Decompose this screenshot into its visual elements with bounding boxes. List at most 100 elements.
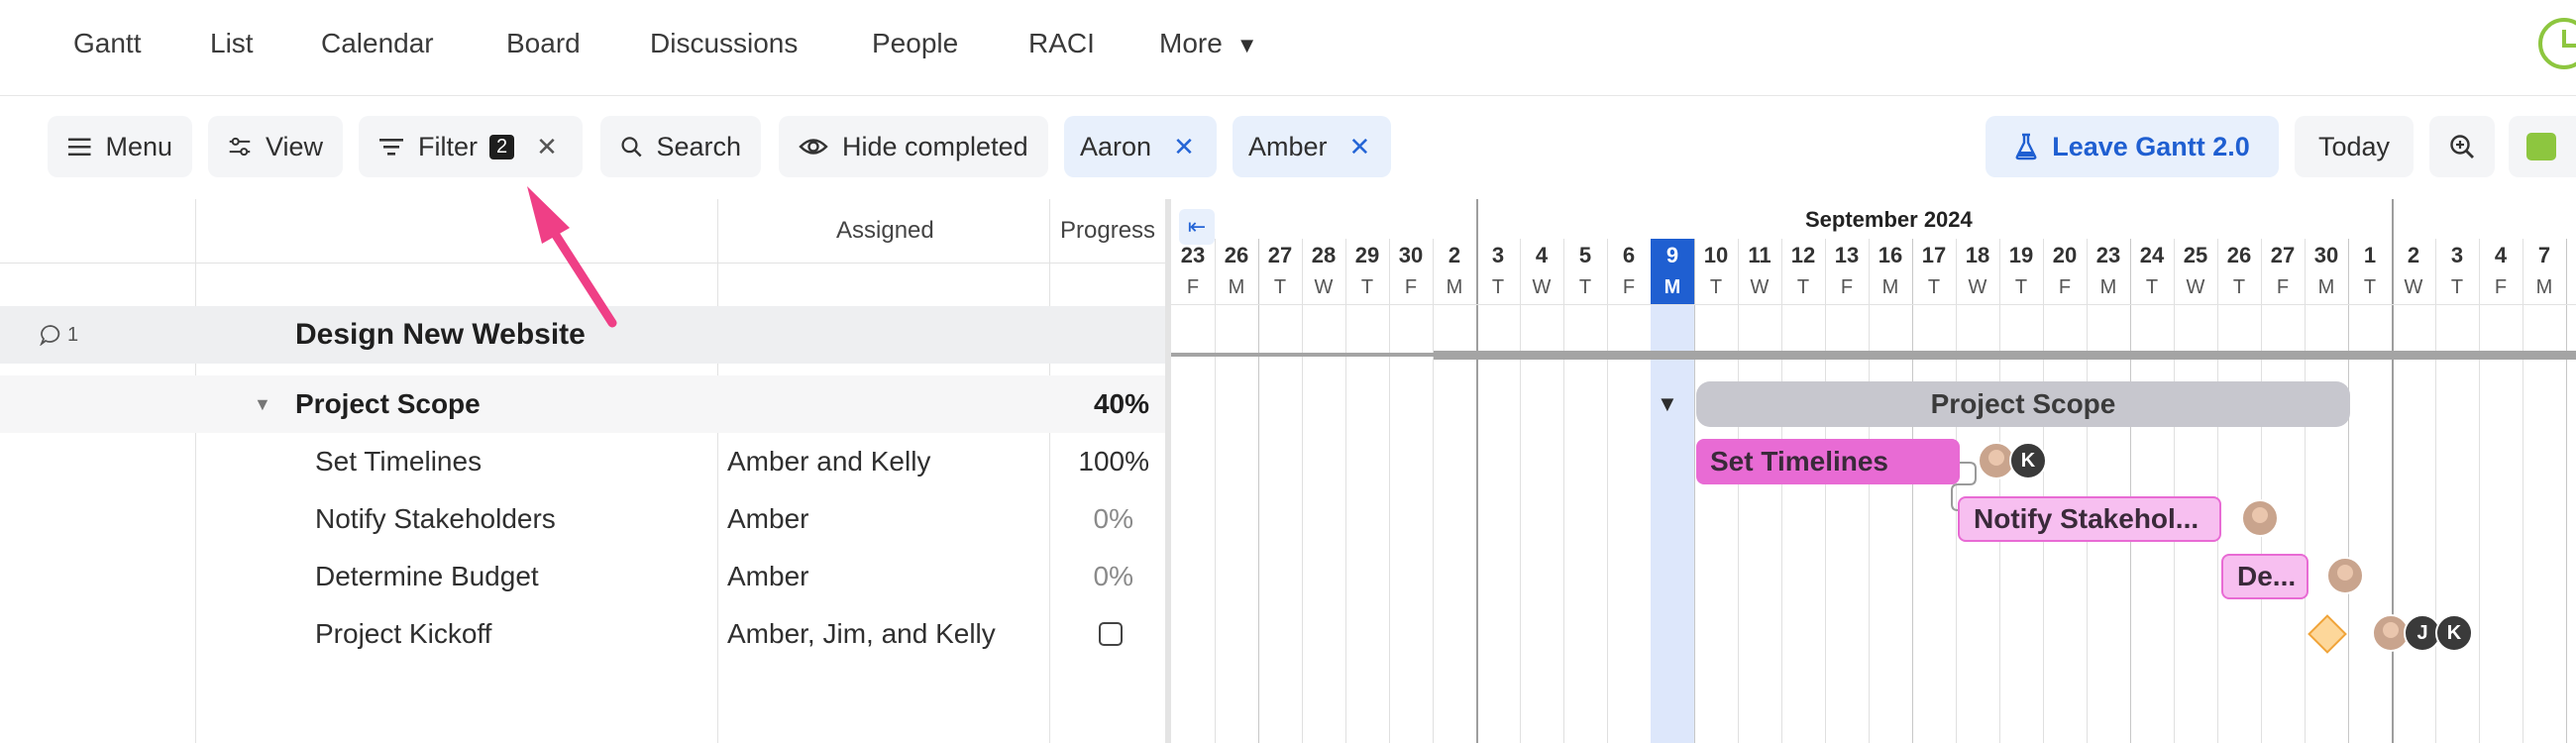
day-letter: F [1404, 276, 1418, 298]
hamburger-icon [67, 138, 91, 157]
leave-gantt-button[interactable]: Leave Gantt 2.0 [1986, 116, 2279, 177]
day-letter: F [1186, 276, 1200, 298]
group-name[interactable]: Project Scope [295, 375, 481, 433]
group-progress: 40% [1093, 388, 1149, 419]
task-assigned[interactable]: Amber [727, 548, 808, 605]
tab-gantt[interactable]: Gantt [73, 28, 141, 59]
tab-discussions[interactable]: Discussions [650, 28, 798, 59]
color-swatch-button[interactable] [2509, 116, 2576, 177]
eye-icon [799, 139, 828, 155]
tab-raci[interactable]: RACI [1028, 28, 1095, 59]
task-row[interactable]: Set Timelines Amber and Kelly 100% [0, 433, 1169, 490]
tab-people[interactable]: People [872, 28, 958, 59]
avatar[interactable] [2241, 499, 2279, 537]
avatar-k[interactable]: K [2435, 614, 2473, 652]
timeline-header-divider [1171, 304, 2576, 305]
day-number: 13 [1834, 243, 1860, 267]
day-number: 27 [2270, 243, 2296, 267]
day-number: 9 [1665, 243, 1679, 267]
day-number: 3 [1491, 243, 1505, 267]
menu-label: Menu [105, 131, 172, 161]
group-toggle[interactable]: ▼ [254, 375, 291, 433]
task-name[interactable]: Notify Stakeholders [315, 490, 556, 548]
task-row[interactable]: Determine Budget Amber 0% [0, 548, 1169, 605]
day-letter: M [2317, 276, 2335, 298]
collapse-grid-icon[interactable]: ⇤ [1179, 209, 1215, 245]
day-gridline [1302, 239, 1303, 743]
day-number: 6 [1622, 243, 1636, 267]
task-bar-notify-stakeholders[interactable]: Notify Stakehol... [1958, 496, 2221, 542]
caret-down-icon: ▼ [1235, 33, 1258, 57]
day-letter: T [1796, 276, 1810, 298]
comment-count[interactable]: 1 [40, 306, 78, 364]
day-gridline [1433, 239, 1434, 743]
task-bar-determine-budget[interactable]: De... [2221, 554, 2308, 599]
task-assigned[interactable]: Amber, Jim, and Kelly [727, 605, 996, 663]
project-name[interactable]: Design New Website [295, 306, 586, 364]
today-column [1651, 239, 1694, 743]
task-bar-set-timelines[interactable]: Set Timelines [1696, 439, 1960, 484]
day-letter: T [2363, 276, 2377, 298]
tab-calendar[interactable]: Calendar [321, 28, 434, 59]
tab-more[interactable]: More ▼ [1159, 28, 1258, 59]
avatar[interactable] [2326, 557, 2364, 594]
task-progress[interactable]: 100% [1050, 433, 1149, 490]
view-label: View [265, 131, 323, 161]
progress-column-header[interactable]: Progress [1060, 217, 1155, 245]
task-row[interactable]: Notify Stakeholders Amber 0% [0, 490, 1169, 548]
menu-button[interactable]: Menu [48, 116, 192, 177]
more-label: More [1159, 28, 1223, 58]
day-letter: T [2232, 276, 2246, 298]
chip-label: Amber [1248, 131, 1328, 161]
task-progress[interactable]: 0% [1050, 490, 1133, 548]
day-gridline [1345, 239, 1346, 743]
day-gridline [2305, 239, 2306, 743]
avatar-k[interactable]: K [2009, 442, 2047, 479]
day-letter: W [2404, 276, 2423, 298]
chip-amber[interactable]: Amber ✕ [1233, 116, 1391, 177]
day-number: 23 [2095, 243, 2121, 267]
remove-chip-icon[interactable]: ✕ [1349, 132, 1371, 162]
checkbox-icon [1099, 622, 1123, 646]
group-collapse-icon[interactable]: ▼ [1657, 391, 1678, 417]
search-button[interactable]: Search [600, 116, 761, 177]
chip-aaron[interactable]: Aaron ✕ [1064, 116, 1217, 177]
day-gridline [1215, 239, 1216, 743]
task-assigned[interactable]: Amber [727, 490, 808, 548]
day-number: 1 [2363, 243, 2377, 267]
group-row[interactable]: ▼ Project Scope 40% [0, 375, 1169, 433]
clock-icon[interactable] [2538, 18, 2576, 69]
project-row[interactable]: 1 Design New Website [0, 306, 1169, 364]
day-gridline [1738, 239, 1739, 743]
hide-completed-button[interactable]: Hide completed [779, 116, 1048, 177]
day-number: 26 [2226, 243, 2252, 267]
remove-chip-icon[interactable]: ✕ [1173, 132, 1195, 162]
today-button[interactable]: Today [2295, 116, 2414, 177]
task-name[interactable]: Project Kickoff [315, 605, 491, 663]
view-button[interactable]: View [208, 116, 343, 177]
day-letter: T [2145, 276, 2159, 298]
search-label: Search [656, 131, 741, 161]
day-gridline [2479, 239, 2480, 743]
day-gridline [1825, 239, 1826, 743]
tab-board[interactable]: Board [506, 28, 581, 59]
task-assigned[interactable]: Amber and Kelly [727, 433, 930, 490]
task-progress[interactable]: 0% [1050, 548, 1133, 605]
task-row[interactable]: Project Kickoff Amber, Jim, and Kelly [0, 605, 1169, 663]
day-letter: T [1273, 276, 1287, 298]
assigned-column-header[interactable]: Assigned [836, 217, 934, 245]
milestone-checkbox[interactable] [1099, 605, 1123, 663]
task-name[interactable]: Set Timelines [315, 433, 482, 490]
zoom-in-button[interactable] [2429, 116, 2495, 177]
chip-label: Aaron [1080, 131, 1152, 161]
tab-list[interactable]: List [210, 28, 254, 59]
day-letter: W [1750, 276, 1770, 298]
filter-button[interactable]: Filter 2 ✕ [359, 116, 583, 177]
day-gridline [2435, 239, 2436, 743]
task-name[interactable]: Determine Budget [315, 548, 539, 605]
day-number: 25 [2183, 243, 2208, 267]
group-bar[interactable]: Project Scope [1696, 381, 2350, 427]
clear-filter-icon[interactable]: ✕ [536, 132, 558, 162]
milestone-diamond[interactable] [2308, 614, 2347, 654]
day-number: 24 [2139, 243, 2165, 267]
